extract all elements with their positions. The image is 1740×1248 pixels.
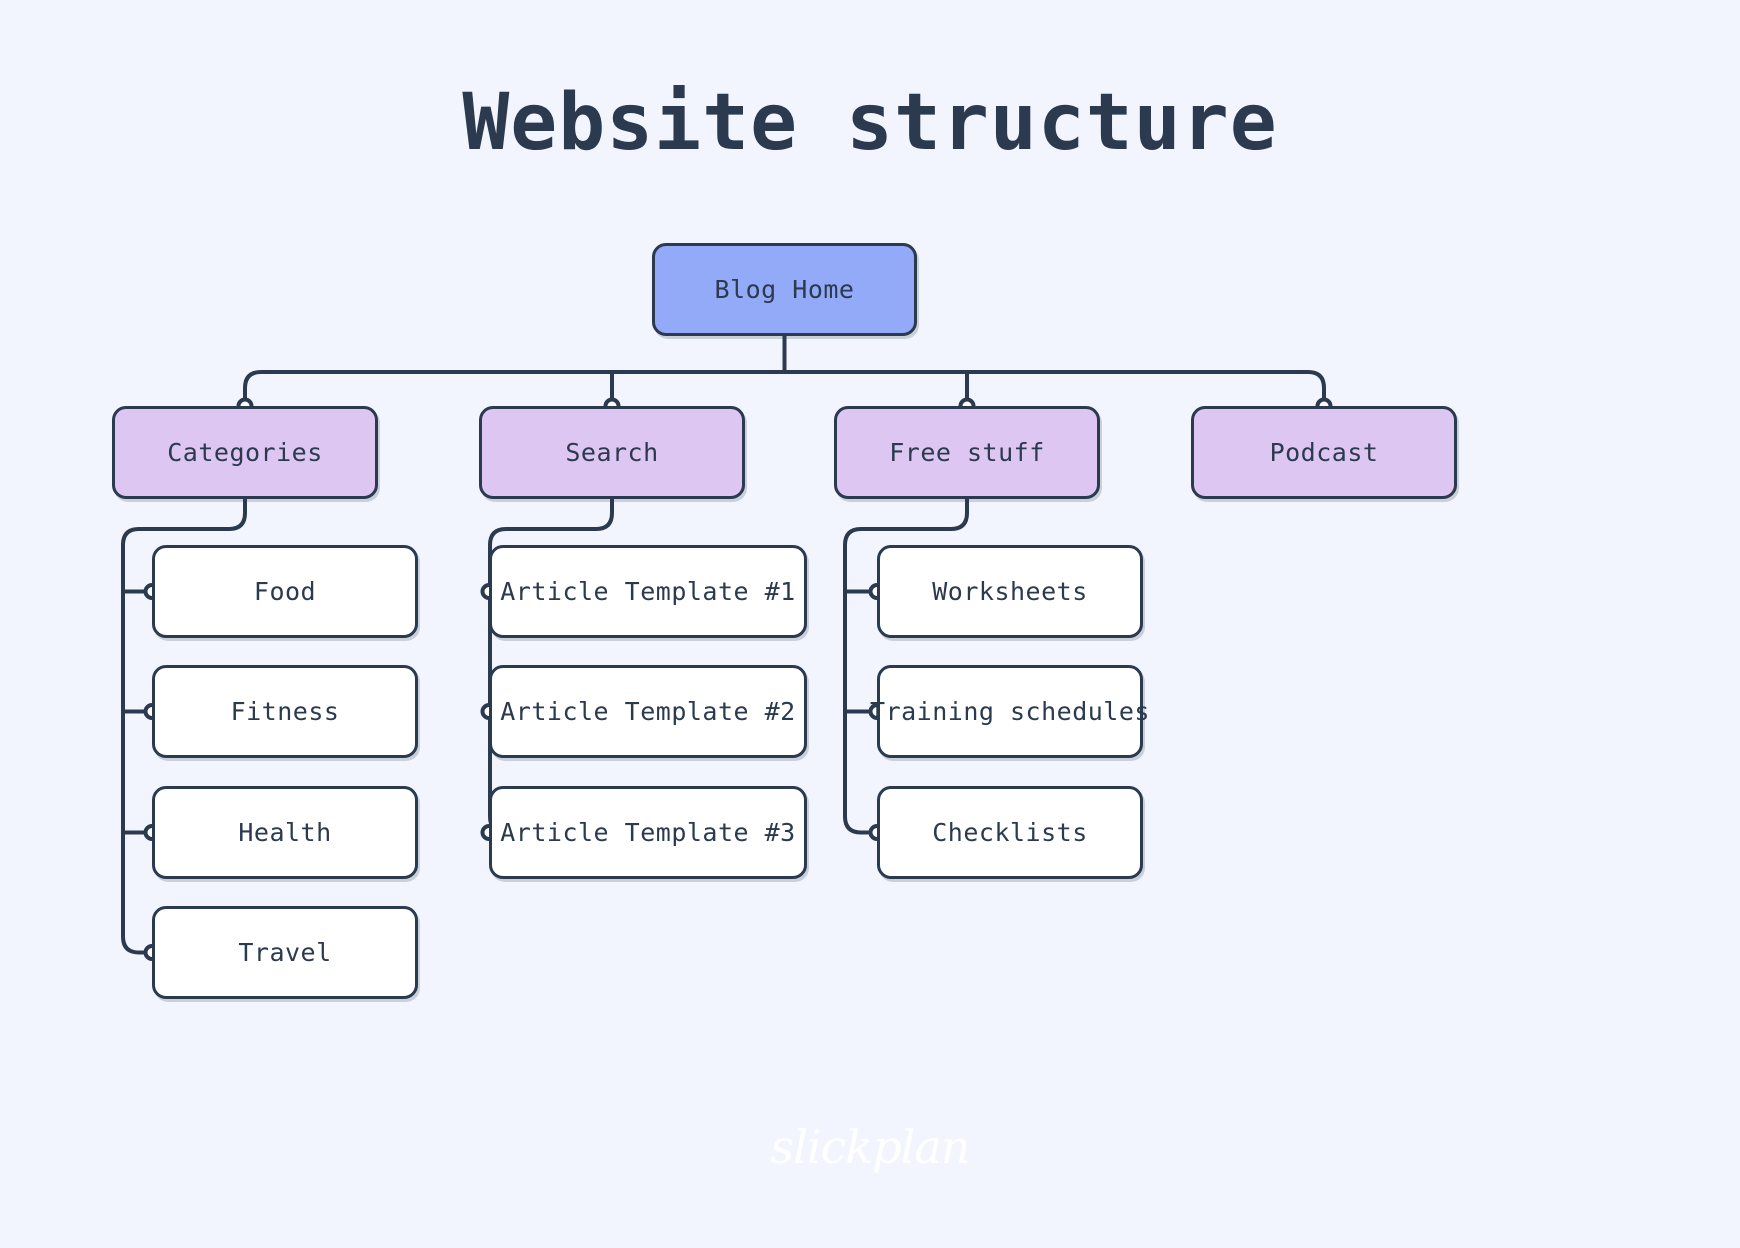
node-article-template-2[interactable]: Article Template #2 (489, 665, 807, 758)
sitemap-canvas: Website structure Blog Home Categories Sea… (0, 0, 1740, 1248)
node-free-stuff[interactable]: Free stuff (834, 406, 1100, 499)
node-label: Podcast (1269, 438, 1379, 467)
node-label: Checklists (932, 818, 1088, 847)
node-checklists[interactable]: Checklists (877, 786, 1143, 879)
node-search[interactable]: Search (479, 406, 745, 499)
node-label: Travel (238, 938, 332, 967)
node-label: Blog Home (714, 275, 855, 304)
node-label: Training schedules (870, 697, 1150, 726)
node-label: Article Template #3 (500, 818, 796, 847)
node-article-template-1[interactable]: Article Template #1 (489, 545, 807, 638)
node-podcast[interactable]: Podcast (1191, 406, 1457, 499)
node-label: Article Template #2 (500, 697, 796, 726)
node-label: Article Template #1 (500, 577, 796, 606)
node-food[interactable]: Food (152, 545, 418, 638)
node-label: Categories (167, 438, 323, 467)
node-article-template-3[interactable]: Article Template #3 (489, 786, 807, 879)
node-health[interactable]: Health (152, 786, 418, 879)
node-label: Worksheets (932, 577, 1088, 606)
node-label: Fitness (230, 697, 340, 726)
section-bus (243, 370, 1326, 408)
node-training-schedules[interactable]: Training schedules (870, 665, 1149, 758)
node-label: Free stuff (889, 438, 1045, 467)
node-label: Health (238, 818, 332, 847)
node-categories[interactable]: Categories (112, 406, 378, 499)
node-label: Search (565, 438, 659, 467)
node-travel[interactable]: Travel (152, 906, 418, 999)
node-fitness[interactable]: Fitness (152, 665, 418, 758)
page-title: Website structure (462, 78, 1278, 168)
node-worksheets[interactable]: Worksheets (877, 545, 1143, 638)
node-blog-home[interactable]: Blog Home (652, 243, 917, 336)
slickplan-watermark: slickplan (770, 1120, 971, 1174)
node-label: Food (253, 577, 317, 606)
